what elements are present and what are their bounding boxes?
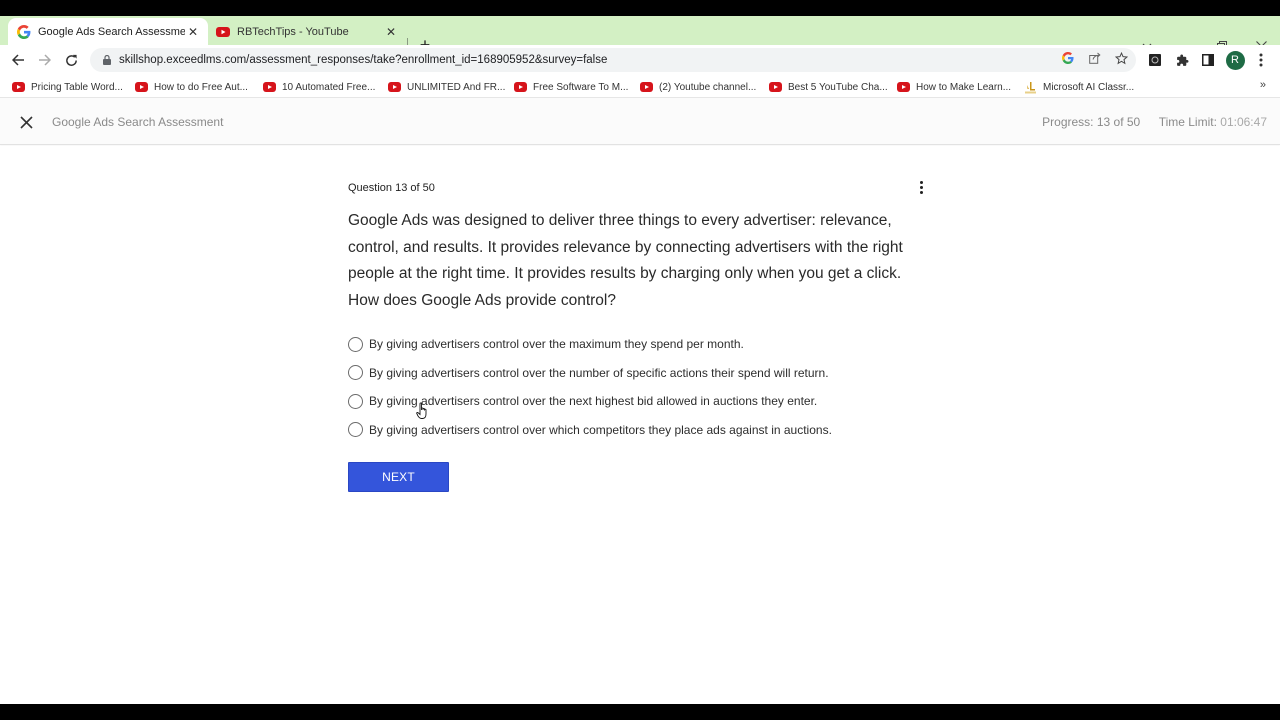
bookmarks-bar: Pricing Table Word... How to do Free Aut…: [0, 75, 1280, 98]
youtube-icon: [640, 82, 653, 92]
side-panel-icon[interactable]: [1198, 50, 1218, 70]
google-g-icon: [17, 24, 31, 39]
bookmark-label: Microsoft AI Classr...: [1043, 81, 1135, 93]
time-limit-label: Time Limit:: [1158, 115, 1217, 129]
bookmark-item[interactable]: Pricing Table Word...: [12, 79, 123, 95]
course-title: Google Ads Search Assessment: [52, 115, 224, 129]
bookmark-item[interactable]: (2) Youtube channel...: [640, 79, 756, 95]
radio-button[interactable]: [348, 365, 363, 381]
bookmark-item[interactable]: Free Software To M...: [514, 79, 628, 95]
youtube-icon: [897, 82, 910, 92]
screen-bottom-bar: [0, 704, 1280, 720]
bookmark-item[interactable]: UNLIMITED And FR...: [388, 79, 505, 95]
puzzle-extensions-icon[interactable]: [1172, 50, 1192, 70]
extension-icon[interactable]: [1145, 50, 1165, 70]
page-content: Google Ads Search Assessment Progress: 1…: [0, 98, 1280, 704]
question-area: Question 13 of 50 Google Ads was designe…: [0, 146, 1280, 704]
bookmark-label: How to do Free Aut...: [154, 81, 248, 93]
bookmark-item[interactable]: How to do Free Aut...: [135, 79, 248, 95]
browser-window: Google Ads Search Assessment ✕ RBTechTip…: [0, 0, 1280, 720]
address-bar[interactable]: skillshop.exceedlms.com/assessment_respo…: [90, 48, 1136, 72]
answer-option[interactable]: By giving advertisers control over the n…: [348, 359, 948, 388]
bookmark-item[interactable]: Microsoft AI Classr...: [1024, 79, 1134, 95]
tab-strip: Google Ads Search Assessment ✕ RBTechTip…: [0, 16, 1280, 54]
screen-top-bar: [0, 0, 1280, 16]
bookmark-label: Best 5 YouTube Cha...: [788, 81, 888, 93]
profile-avatar[interactable]: R: [1225, 50, 1245, 70]
bookmark-label: Pricing Table Word...: [31, 81, 123, 93]
radio-button[interactable]: [348, 422, 363, 438]
answer-option-label[interactable]: By giving advertisers control over the m…: [369, 337, 744, 351]
youtube-icon: [216, 25, 230, 39]
bookmark-item[interactable]: How to Make Learn...: [897, 79, 1011, 95]
question-counter: Question 13 of 50: [348, 182, 435, 194]
tab-title: Google Ads Search Assessment: [38, 25, 185, 38]
youtube-icon: [12, 82, 25, 92]
lock-icon[interactable]: [101, 55, 113, 65]
bookmark-item[interactable]: Best 5 YouTube Cha...: [769, 79, 888, 95]
time-limit-value: 01:06:47: [1220, 115, 1267, 129]
youtube-icon: [388, 82, 401, 92]
youtube-icon: [514, 82, 527, 92]
google-lens-icon[interactable]: [1059, 49, 1077, 67]
bookmark-label: Free Software To M...: [533, 81, 629, 93]
tab-google-ads-assessment[interactable]: Google Ads Search Assessment ✕: [8, 18, 208, 45]
progress-label: Progress:: [1042, 115, 1094, 129]
bookmarks-overflow-button[interactable]: »: [1260, 79, 1266, 91]
bookmark-label: UNLIMITED And FR...: [407, 81, 506, 93]
answer-option-label[interactable]: By giving advertisers control over the n…: [369, 366, 829, 380]
answer-option-label[interactable]: By giving advertisers control over which…: [369, 423, 832, 437]
radio-button[interactable]: [348, 336, 363, 352]
tab-title: RBTechTips - YouTube: [237, 25, 349, 38]
question-text: Google Ads was designed to deliver three…: [348, 212, 903, 310]
next-button[interactable]: NEXT: [348, 462, 449, 492]
tab-close-icon[interactable]: ✕: [383, 24, 399, 40]
assessment-header: Google Ads Search Assessment Progress: 1…: [0, 98, 1280, 145]
tab-rbtechtips-youtube[interactable]: RBTechTips - YouTube ✕: [208, 18, 406, 45]
close-assessment-icon[interactable]: [16, 112, 36, 132]
bookmark-label: 10 Automated Free...: [282, 81, 376, 93]
answer-options: By giving advertisers control over the m…: [348, 330, 948, 444]
chrome-menu-icon[interactable]: [1251, 50, 1271, 70]
youtube-icon: [135, 82, 148, 92]
reload-icon[interactable]: [60, 49, 82, 71]
more-options-icon[interactable]: [914, 178, 928, 196]
hand-pointer-cursor-icon: [416, 402, 430, 420]
bookmark-label: How to Make Learn...: [916, 81, 1012, 93]
answer-option[interactable]: By giving advertisers control over the m…: [348, 330, 948, 359]
bookmark-item[interactable]: 10 Automated Free...: [263, 79, 375, 95]
url-text[interactable]: skillshop.exceedlms.com/assessment_respo…: [119, 54, 607, 66]
forward-arrow-icon[interactable]: [33, 49, 55, 71]
youtube-icon: [263, 82, 276, 92]
profile-initial: R: [1225, 50, 1245, 70]
bookmark-label: (2) Youtube channel...: [659, 81, 757, 93]
answer-option-label[interactable]: By giving advertisers control over the n…: [369, 394, 817, 408]
answer-option[interactable]: By giving advertisers control over the n…: [348, 387, 948, 416]
browser-toolbar: skillshop.exceedlms.com/assessment_respo…: [0, 45, 1280, 75]
tab-close-icon[interactable]: ✕: [185, 24, 201, 40]
radio-button[interactable]: [348, 393, 363, 409]
youtube-icon: [769, 82, 782, 92]
classroom-icon: [1024, 81, 1037, 94]
progress-and-timer: Progress: 13 of 50 Time Limit: 01:06:47: [1042, 115, 1267, 129]
back-arrow-icon[interactable]: [7, 49, 29, 71]
progress-value: 13 of 50: [1096, 115, 1141, 129]
share-icon[interactable]: [1086, 49, 1104, 67]
bookmark-star-icon[interactable]: [1112, 49, 1130, 67]
answer-option[interactable]: By giving advertisers control over which…: [348, 416, 948, 445]
